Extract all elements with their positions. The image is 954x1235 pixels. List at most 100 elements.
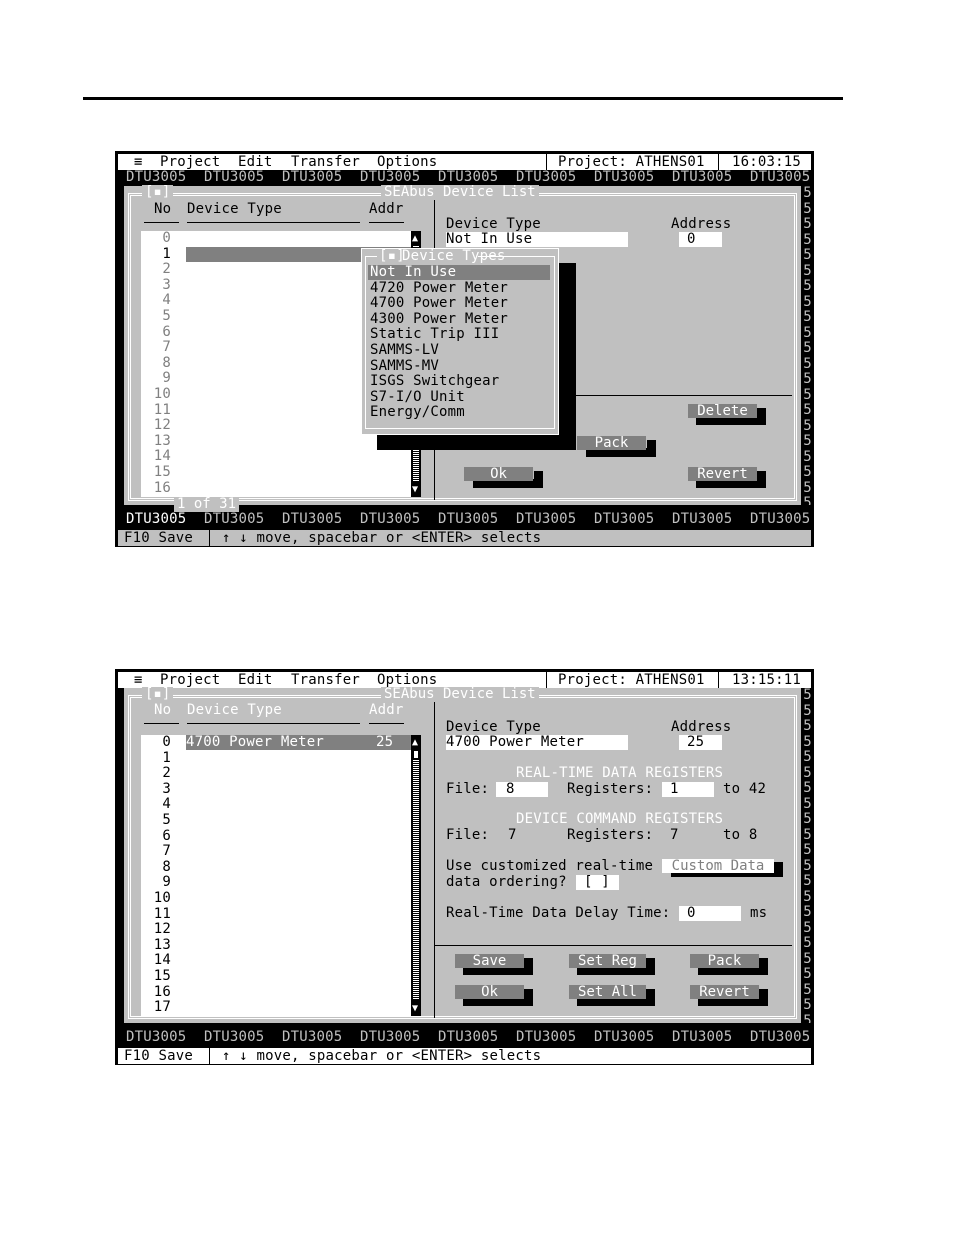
device-type-label: Device Type bbox=[446, 216, 541, 232]
row-highlight[interactable]: 4700 Power Meter 25 bbox=[186, 735, 411, 750]
row-number: 8 bbox=[162, 858, 171, 875]
rt-file-field[interactable]: 8 bbox=[496, 782, 548, 797]
row-number: 6 bbox=[162, 323, 171, 340]
popup-close-box[interactable]: [▪] bbox=[379, 249, 405, 264]
device-type-option[interactable]: Energy/Comm bbox=[368, 405, 550, 420]
f10-save-hint[interactable]: F10 Save bbox=[124, 531, 193, 546]
device-type-option[interactable]: 4300 Power Meter bbox=[368, 311, 550, 327]
background-pattern: 5 5 5 5 5 5 5 5 5 5 5 5 5 5 5 5 5 5 5 5 … bbox=[802, 688, 813, 1023]
window-title: SEAbus Device List bbox=[381, 687, 539, 702]
revert-button[interactable]: Revert bbox=[688, 467, 757, 481]
device-type-option[interactable]: SAMMS-LV bbox=[368, 343, 550, 358]
table-row[interactable]: 16 bbox=[141, 480, 411, 496]
row-number: 0 bbox=[162, 734, 171, 750]
window-close-box[interactable]: [▪] bbox=[142, 185, 174, 200]
table-row[interactable]: 0 bbox=[141, 231, 411, 246]
row-number: 4 bbox=[162, 796, 171, 813]
scroll-thumb[interactable] bbox=[414, 751, 418, 758]
scroll-down-icon[interactable]: ▼ bbox=[412, 482, 418, 497]
device-type-option[interactable]: Not In Use bbox=[368, 265, 550, 280]
device-type-option[interactable]: SAMMS-MV bbox=[368, 358, 550, 374]
row-number: 6 bbox=[162, 827, 171, 844]
device-list[interactable]: 0 4700 Power Meter 25 1 2 3 4 5 6 7 8 9 10 11 12 13 14 15… bbox=[141, 735, 411, 1016]
table-row[interactable]: 4 bbox=[141, 797, 411, 812]
col-header-device-type: Device Type bbox=[187, 702, 282, 718]
custom-ordering-checkbox[interactable]: [ ] bbox=[576, 875, 619, 890]
device-type-option[interactable]: ISGS Switchgear bbox=[368, 374, 550, 389]
row-number: 5 bbox=[162, 308, 171, 324]
table-row[interactable]: 10 bbox=[141, 891, 411, 906]
scroll-up-icon[interactable]: ▲ bbox=[412, 735, 418, 750]
table-row[interactable]: 0 4700 Power Meter 25 bbox=[141, 735, 411, 750]
ok-button[interactable]: Ok bbox=[464, 467, 533, 481]
delete-button[interactable]: Delete bbox=[688, 404, 757, 418]
table-row[interactable]: 7 bbox=[141, 844, 411, 859]
clock: 13:15:11 bbox=[732, 672, 802, 688]
navigation-hint: ↑ ↓ move, spacebar or <ENTER> selects bbox=[222, 530, 542, 546]
device-type-option[interactable]: S7-I/O Unit bbox=[368, 389, 550, 405]
table-row[interactable]: 13 bbox=[141, 937, 411, 953]
project-label: Project: ATHENS01 bbox=[558, 154, 705, 170]
device-type-field[interactable]: 4700 Power Meter bbox=[446, 735, 628, 750]
row-number: 15 bbox=[153, 968, 171, 984]
row-number: 14 bbox=[153, 952, 171, 969]
row-number: 1 bbox=[162, 749, 171, 766]
col-header-device-type: Device Type bbox=[187, 201, 282, 217]
table-row[interactable]: 15 bbox=[141, 969, 411, 984]
pack-button[interactable]: Pack bbox=[690, 954, 759, 968]
table-row[interactable]: 12 bbox=[141, 922, 411, 937]
table-row[interactable]: 5 bbox=[141, 813, 411, 828]
revert-button[interactable]: Revert bbox=[690, 985, 759, 999]
table-row[interactable]: 11 bbox=[141, 906, 411, 922]
set-reg-button[interactable]: Set Reg bbox=[569, 954, 646, 968]
address-field[interactable]: 0 bbox=[679, 232, 722, 247]
table-row[interactable]: 16 bbox=[141, 983, 411, 1000]
menu-project[interactable]: Project bbox=[160, 155, 220, 170]
menu-transfer[interactable]: Transfer bbox=[291, 673, 360, 688]
ok-button[interactable]: Ok bbox=[455, 985, 524, 999]
menu-edit[interactable]: Edit bbox=[238, 155, 273, 170]
pack-button[interactable]: Pack bbox=[577, 436, 646, 450]
row-number: 17 bbox=[153, 999, 171, 1016]
delay-time-field[interactable]: 0 bbox=[679, 906, 741, 921]
cmd-file-label: File: bbox=[446, 827, 490, 843]
custom-data-button[interactable]: Custom Data bbox=[662, 859, 774, 873]
scroll-down-icon[interactable]: ▼ bbox=[412, 1001, 418, 1016]
custom-ordering-question: Use customized real-time bbox=[446, 858, 654, 874]
f10-save-hint[interactable]: F10 Save bbox=[124, 1049, 193, 1064]
scroll-up-icon[interactable]: ▲ bbox=[412, 231, 418, 246]
table-row[interactable]: 3 bbox=[141, 781, 411, 797]
table-row[interactable]: 9 bbox=[141, 875, 411, 890]
table-row[interactable]: 14 bbox=[141, 449, 411, 464]
table-row[interactable]: 14 bbox=[141, 953, 411, 968]
table-row[interactable]: 8 bbox=[141, 858, 411, 875]
rt-register-to: to 42 bbox=[723, 781, 767, 797]
command-registers-heading: DEVICE COMMAND REGISTERS bbox=[516, 811, 724, 827]
table-row[interactable]: 17 bbox=[141, 1000, 411, 1015]
device-type-field[interactable]: Not In Use bbox=[446, 232, 628, 247]
window-close-box[interactable]: [▪] bbox=[142, 687, 174, 702]
col-header-no: No bbox=[154, 201, 172, 217]
table-row[interactable]: 13 bbox=[141, 433, 411, 449]
rt-register-from-field[interactable]: 1 bbox=[662, 782, 714, 797]
table-row[interactable]: 6 bbox=[141, 827, 411, 844]
system-menu-icon[interactable]: ≡ bbox=[134, 155, 143, 170]
menu-edit[interactable]: Edit bbox=[238, 673, 273, 688]
address-field[interactable]: 25 bbox=[679, 735, 722, 750]
device-type-option[interactable]: 4700 Power Meter bbox=[368, 296, 550, 311]
menu-transfer[interactable]: Transfer bbox=[291, 155, 360, 170]
menu-options[interactable]: Options bbox=[377, 155, 437, 170]
table-row[interactable]: 2 bbox=[141, 766, 411, 781]
save-button[interactable]: Save bbox=[455, 954, 524, 968]
clock: 16:03:15 bbox=[732, 154, 802, 170]
table-row[interactable]: 15 bbox=[141, 465, 411, 480]
project-label: Project: ATHENS01 bbox=[558, 672, 705, 688]
table-row[interactable]: 1 bbox=[141, 749, 411, 766]
set-all-button[interactable]: Set All bbox=[569, 985, 646, 999]
row-number: 16 bbox=[153, 983, 171, 1000]
status-bar: F10 Save ↑ ↓ move, spacebar or <ENTER> s… bbox=[118, 1048, 811, 1064]
list-scrollbar[interactable]: ▲ ▼ bbox=[411, 735, 421, 1016]
device-type-option[interactable]: 4720 Power Meter bbox=[368, 280, 550, 296]
device-type-option[interactable]: Static Trip III bbox=[368, 327, 550, 342]
system-menu-icon[interactable]: ≡ bbox=[134, 673, 143, 688]
